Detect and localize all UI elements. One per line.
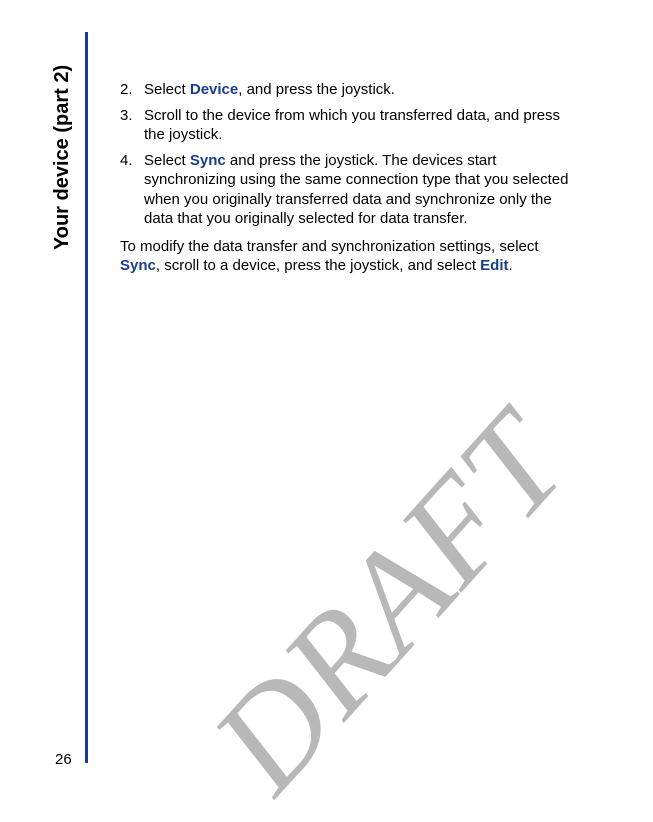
list-text: Scroll to the device from which you tran… — [144, 106, 603, 145]
highlight-sync: Sync — [120, 257, 156, 274]
text-before: Scroll to the device from which you tran… — [144, 107, 560, 144]
list-text: Select Device, and press the joystick. — [144, 80, 603, 100]
highlight-sync: Sync — [190, 152, 226, 169]
list-number: 4. — [120, 151, 144, 229]
section-title: Your device (part 2) — [52, 64, 75, 249]
list-number: 2. — [120, 80, 144, 100]
highlight-edit: Edit — [480, 257, 508, 274]
section-title-container: Your device (part 2) — [48, 32, 78, 282]
para-text: . — [509, 257, 513, 274]
para-text: To modify the data transfer and synchron… — [120, 238, 539, 255]
list-number: 3. — [120, 106, 144, 145]
text-before: Select — [144, 152, 190, 169]
list-item: 2. Select Device, and press the joystick… — [120, 80, 603, 100]
watermark: DRAFT — [181, 383, 599, 822]
list-item: 4. Select Sync and press the joystick. T… — [120, 151, 603, 229]
list-text: Select Sync and press the joystick. The … — [144, 151, 603, 229]
list-item: 3. Scroll to the device from which you t… — [120, 106, 603, 145]
paragraph: To modify the data transfer and synchron… — [120, 237, 603, 276]
document-page: Your device (part 2) 2. Select Device, a… — [0, 0, 653, 803]
highlight-device: Device — [190, 81, 238, 98]
text-before: Select — [144, 81, 190, 98]
text-after: , and press the joystick. — [238, 81, 395, 98]
para-text: , scroll to a device, press the joystick… — [156, 257, 480, 274]
content-area: 2. Select Device, and press the joystick… — [120, 80, 603, 276]
side-border — [85, 32, 88, 763]
page-number: 26 — [55, 751, 72, 768]
